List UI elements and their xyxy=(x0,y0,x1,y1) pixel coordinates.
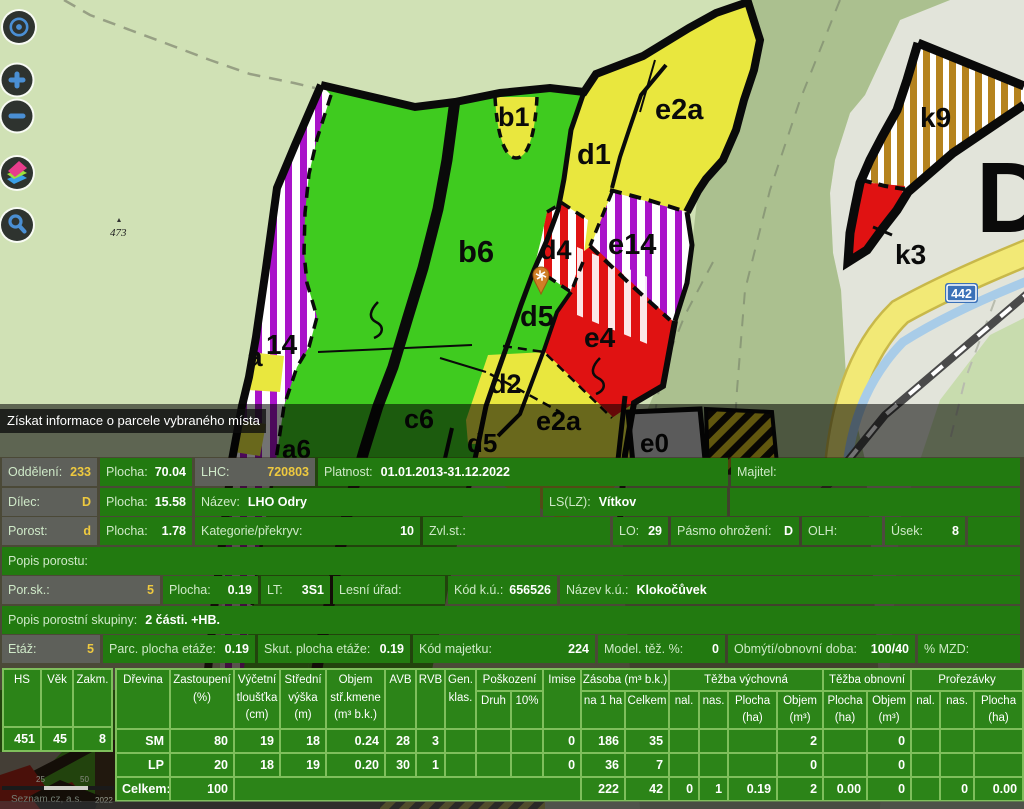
svg-text:a: a xyxy=(247,341,263,372)
svg-text:14: 14 xyxy=(266,329,298,360)
svg-text:442: 442 xyxy=(951,287,972,301)
svg-text:e14: e14 xyxy=(608,229,656,261)
svg-text:e4: e4 xyxy=(584,322,616,353)
svg-text:d2: d2 xyxy=(490,369,522,399)
svg-text:D: D xyxy=(976,142,1024,254)
svg-text:d5: d5 xyxy=(520,301,554,333)
svg-text:473: 473 xyxy=(110,227,127,239)
svg-text:k3: k3 xyxy=(895,239,926,270)
svg-text:b1: b1 xyxy=(498,102,530,132)
svg-text:d4: d4 xyxy=(540,235,572,265)
svg-text:k9: k9 xyxy=(920,102,951,133)
svg-text:b6: b6 xyxy=(458,234,494,269)
svg-text:e2a: e2a xyxy=(655,94,704,126)
svg-text:d1: d1 xyxy=(577,139,611,171)
